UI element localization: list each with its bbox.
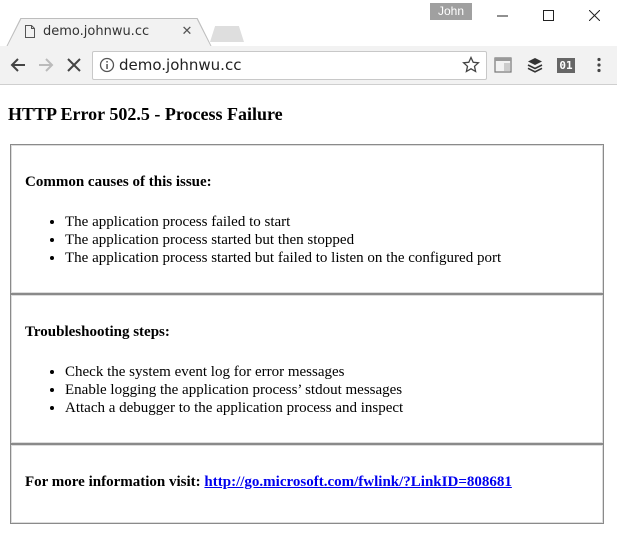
maximize-icon <box>542 9 554 21</box>
troubleshooting-heading: Troubleshooting steps: <box>25 324 170 340</box>
forward-button[interactable] <box>36 55 56 75</box>
info-icon[interactable] <box>99 57 115 73</box>
url-text[interactable]: demo.johnwu.cc <box>119 56 241 74</box>
causes-heading: Common causes of this issue: <box>25 174 212 190</box>
maximize-button[interactable] <box>525 0 571 30</box>
binary-extension-icon: 01 <box>557 57 575 73</box>
list-item: Attach a debugger to the application pro… <box>65 399 403 417</box>
arrow-right-icon <box>39 58 54 72</box>
back-button[interactable] <box>8 55 28 75</box>
list-item: Check the system event log for error mes… <box>65 363 403 381</box>
more-info-label: For more information visit: <box>25 474 201 490</box>
more-info-panel: For more information visit: http://go.mi… <box>10 444 604 524</box>
tab-title[interactable]: demo.johnwu.cc <box>43 24 149 39</box>
page-title: HTTP Error 502.5 - Process Failure <box>8 104 283 124</box>
troubleshooting-list: Check the system event log for error mes… <box>25 363 403 417</box>
title-bar: demo.johnwu.cc ✕ John <box>0 0 617 47</box>
more-info-text: For more information visit: http://go.mi… <box>25 474 512 491</box>
extension-button-page[interactable] <box>493 55 513 75</box>
arrow-left-icon <box>10 58 25 72</box>
layers-icon <box>527 58 543 73</box>
stop-button[interactable] <box>64 55 84 75</box>
profile-button[interactable]: John <box>430 3 472 20</box>
address-bar[interactable]: demo.johnwu.cc <box>92 51 487 80</box>
binary-extension-label: 01 <box>559 58 573 72</box>
new-tab-button[interactable] <box>210 26 244 42</box>
list-item: Enable logging the application process’ … <box>65 381 403 399</box>
extension-button-01[interactable]: 01 <box>556 55 576 75</box>
menu-button[interactable] <box>589 55 609 75</box>
extension-button-layers[interactable] <box>525 55 545 75</box>
list-item: The application process started but fail… <box>65 249 501 267</box>
page-content: HTTP Error 502.5 - Process Failure Commo… <box>0 85 617 538</box>
page-icon <box>25 25 35 38</box>
kebab-menu-icon <box>597 57 601 73</box>
minimize-button[interactable] <box>479 0 525 30</box>
close-window-button[interactable] <box>571 0 617 30</box>
list-item: The application process started but then… <box>65 231 501 249</box>
causes-list: The application process failed to start … <box>25 213 501 267</box>
stop-loading-icon <box>67 58 81 72</box>
tab-close-icon[interactable]: ✕ <box>180 24 194 38</box>
troubleshooting-panel: Troubleshooting steps: Check the system … <box>10 294 604 444</box>
fwlink-link[interactable]: http://go.microsoft.com/fwlink/?LinkID=8… <box>204 474 511 490</box>
star-icon[interactable] <box>462 56 480 74</box>
causes-panel: Common causes of this issue: The applica… <box>10 144 604 294</box>
minimize-icon <box>496 15 508 16</box>
window-extension-icon <box>494 57 512 73</box>
list-item: The application process failed to start <box>65 213 501 231</box>
browser-toolbar: demo.johnwu.cc 01 <box>0 46 617 85</box>
close-icon <box>588 9 600 21</box>
